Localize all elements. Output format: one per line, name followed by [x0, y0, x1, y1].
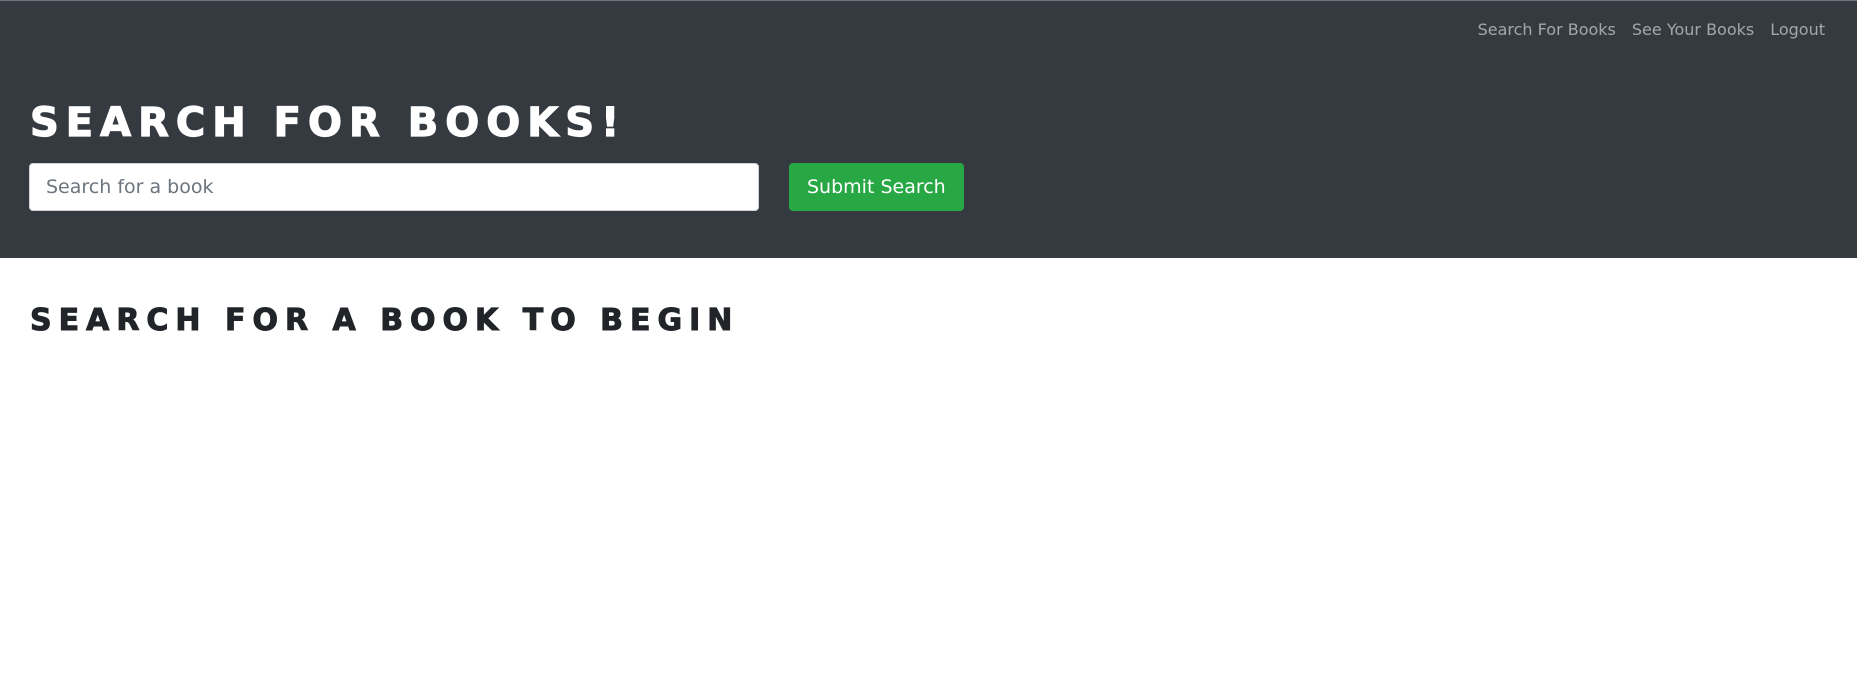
search-input[interactable] — [29, 163, 759, 211]
submit-search-button[interactable]: Submit Search — [789, 163, 964, 211]
top-nav: Search For Books See Your Books Logout — [1478, 20, 1825, 39]
nav-see-your-books[interactable]: See Your Books — [1632, 20, 1754, 39]
results-heading: Search for a book to begin — [29, 303, 740, 338]
search-form: Submit Search — [29, 163, 964, 211]
header: Search For Books See Your Books Logout S… — [0, 1, 1857, 258]
page-title: Search for Books! — [29, 100, 627, 146]
nav-logout[interactable]: Logout — [1770, 20, 1825, 39]
nav-search-for-books[interactable]: Search For Books — [1478, 20, 1616, 39]
